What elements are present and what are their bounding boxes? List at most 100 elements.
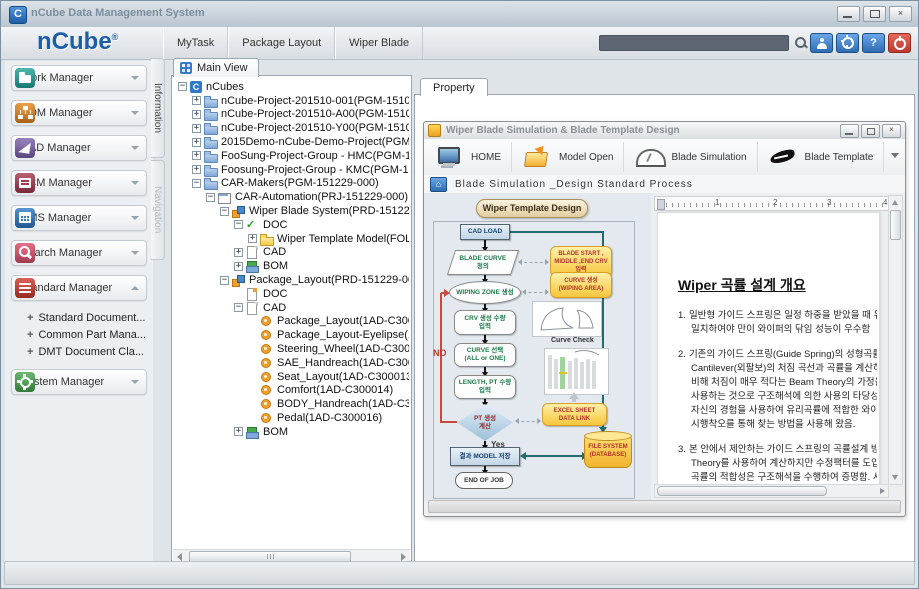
tree-row-foosung-project-group[interactable]: +FooSung-Project-Group - HMC(PGM-15102 — [174, 149, 409, 163]
document-scroll-thumb[interactable] — [890, 210, 901, 240]
tab-main-view[interactable]: Main View — [173, 58, 259, 77]
sidebar-item-cad-manager[interactable]: CAD Manager — [11, 135, 147, 161]
sidebar-item-search-manager[interactable]: Search Manager — [11, 240, 147, 266]
close-button[interactable]: × — [889, 6, 912, 22]
expand-toggle-icon[interactable]: + — [192, 110, 201, 119]
scroll-up-icon[interactable] — [892, 200, 898, 205]
tree-row-pedal-1ad-c300016[interactable]: Pedal(1AD-C300016) — [174, 411, 409, 425]
flow-node-cad-load: CAD LOAD — [460, 224, 510, 240]
ncube-icon: C — [190, 81, 202, 93]
help-icon[interactable]: ? — [862, 33, 885, 53]
sidebar-subitem-common-part-mana[interactable]: +Common Part Mana... — [27, 327, 153, 344]
tree-row-bom[interactable]: +BOM — [174, 259, 409, 273]
expand-toggle-icon[interactable]: + — [192, 138, 201, 147]
tab-property[interactable]: Property — [420, 78, 488, 96]
sidebar-subitem-standard-document[interactable]: +Standard Document... — [27, 310, 153, 327]
tree-row-bom[interactable]: +BOM — [174, 425, 409, 439]
search-icon[interactable] — [794, 36, 808, 50]
toolbar-button-blade-simulation[interactable]: Blade Simulation — [624, 142, 757, 172]
expand-toggle-icon[interactable]: + — [248, 234, 257, 243]
no-label: NO — [433, 348, 447, 358]
header-tab-package-layout[interactable]: Package Layout — [228, 27, 335, 59]
scroll-right-icon[interactable] — [880, 488, 885, 494]
collapse-toggle-icon[interactable]: − — [206, 193, 215, 202]
settings-icon[interactable] — [836, 33, 859, 53]
minimize-button[interactable] — [837, 6, 860, 22]
prod-icon — [232, 205, 245, 217]
tree-row-car-automation-prj-15122[interactable]: −CAR-Automation(PRJ-151229-000) — [174, 190, 409, 204]
flow-arrow — [484, 367, 486, 372]
scroll-right-icon[interactable] — [401, 553, 406, 561]
collapse-toggle-icon[interactable]: − — [220, 276, 229, 285]
sidebar-item-pms-manager[interactable]: PMS Manager — [11, 205, 147, 231]
expand-toggle-icon[interactable]: + — [234, 262, 243, 271]
tree-row-seat-layout-1ad-c300013[interactable]: Seat_Layout(1AD-C300013) — [174, 370, 409, 384]
tree-row-comfort-1ad-c300014[interactable]: Comfort(1AD-C300014) — [174, 384, 409, 398]
toolbar-button-blade-template[interactable]: Blade Template — [758, 142, 885, 172]
collapse-toggle-icon[interactable]: − — [234, 303, 243, 312]
sidebar-item-standard-manager[interactable]: Standard Manager — [11, 275, 147, 301]
embedded-maximize-button[interactable] — [861, 124, 880, 138]
tree-row-wiper-blade-system-prd-1[interactable]: −Wiper Blade System(PRD-151229-00 — [174, 204, 409, 218]
sidebar-subitem-label: DMT Document Cla... — [38, 346, 144, 358]
expand-toggle-icon[interactable]: + — [192, 96, 201, 105]
collapse-toggle-icon[interactable]: − — [220, 207, 229, 216]
toolbar-button-label: Blade Simulation — [671, 152, 746, 163]
tree-row-doc[interactable]: −✓DOC — [174, 218, 409, 232]
home-icon[interactable]: ⌂ — [430, 177, 447, 192]
tree-row-package-layout-prd-15122[interactable]: −Package_Layout(PRD-151229-001) — [174, 273, 409, 287]
tree-row-doc[interactable]: DOC — [174, 287, 409, 301]
user-icon[interactable] — [810, 33, 833, 53]
search-input[interactable] — [599, 35, 789, 51]
sidebar-item-system-manager[interactable]: System Manager — [11, 369, 147, 395]
embedded-title-bar[interactable]: Wiper Blade Simulation & Blade Template … — [424, 122, 905, 140]
side-tab-navigation[interactable]: Navigation — [151, 160, 165, 260]
tree-row-foosung-project-group[interactable]: +Foosung-Project-Group - KMC(PGM-151029 — [174, 163, 409, 177]
embedded-minimize-button[interactable] — [840, 124, 859, 138]
expand-toggle-icon[interactable]: + — [192, 165, 201, 174]
tree-row-cad[interactable]: −CAD — [174, 301, 409, 315]
sidebar-subitem-label: Standard Document... — [38, 312, 145, 324]
tree-row-2015demo-ncube-demo-proj[interactable]: +2015Demo-nCube-Demo-Project(PGM-151 — [174, 135, 409, 149]
collapse-toggle-icon[interactable]: − — [234, 220, 243, 229]
tree-row-steering-wheel-1ad-c3000[interactable]: Steering_Wheel(1AD-C300011 — [174, 342, 409, 356]
header-tab-mytask[interactable]: MyTask — [163, 27, 228, 59]
side-tab-information[interactable]: Information — [151, 58, 165, 158]
sidebar-item-work-manager[interactable]: Work Manager — [11, 65, 147, 91]
list-number: 2. — [678, 349, 686, 360]
expand-toggle-icon[interactable]: + — [192, 124, 201, 133]
sidebar-item-bom-manager[interactable]: BOM Manager — [11, 100, 147, 126]
expand-toggle-icon[interactable]: + — [192, 151, 201, 160]
tree-row-body-handreach-1ad-c3000[interactable]: BODY_Handreach(1AD-C3000 — [174, 397, 409, 411]
tree-row-ncube-project-201510-001[interactable]: +nCube-Project-201510-001(PGM-151006-0 — [174, 94, 409, 108]
scroll-left-icon[interactable] — [177, 553, 182, 561]
tree-row-wiper-template-model-fol[interactable]: +Wiper Template Model(FOLDE — [174, 232, 409, 246]
document-vertical-scrollbar[interactable] — [888, 195, 903, 485]
tree-row-package-layout-1ad-c3000[interactable]: Package_Layout(1AD-C30000 — [174, 315, 409, 329]
embedded-close-button[interactable]: × — [882, 124, 901, 138]
toolbar-overflow-icon[interactable] — [891, 153, 899, 158]
maximize-button[interactable] — [863, 6, 886, 22]
tree-row-ncube-project-201510-a00[interactable]: +nCube-Project-201510-A00(PGM-151006-0 — [174, 108, 409, 122]
tree-row-ncube-project-201510-y00[interactable]: +nCube-Project-201510-Y00(PGM-151006-0 — [174, 121, 409, 135]
tree-row-sae-handreach-1ad-c30001[interactable]: SAE_Handreach(1AD-C30001 — [174, 356, 409, 370]
toolbar-button-model-open[interactable]: Model Open — [512, 142, 624, 172]
header-tab-wiper-blade[interactable]: Wiper Blade — [335, 27, 423, 59]
tree-row-ncubes[interactable]: −CnCubes — [174, 80, 409, 94]
collapse-toggle-icon[interactable]: − — [192, 179, 201, 188]
expand-toggle-icon[interactable]: + — [234, 427, 243, 436]
collapse-toggle-icon[interactable]: − — [178, 82, 187, 91]
document-horizontal-scrollbar[interactable] — [654, 484, 889, 498]
power-icon[interactable] — [888, 33, 911, 53]
document-hscroll-thumb[interactable] — [657, 486, 827, 496]
tree-row-cad[interactable]: +CAD — [174, 246, 409, 260]
document-paragraph-2: 2.기존의 가이드 스프링(Guide Spring)의 성형곡률 계산은 BC… — [678, 348, 877, 432]
sidebar-item-ecm-manager[interactable]: ECM Manager — [11, 170, 147, 196]
tree-row-package-layout-eyelipse[interactable]: Package_Layout-Eyelipse(1AD- — [174, 328, 409, 342]
sidebar-subitem-dmt-document-cla[interactable]: +DMT Document Cla... — [27, 344, 153, 361]
toolbar-button-home[interactable]: HOME — [424, 142, 512, 172]
expand-toggle-icon[interactable]: + — [234, 248, 243, 257]
tree-row-car-makers-pgm-151229-00[interactable]: − CAR-Makers(PGM-151229-000) — [174, 177, 409, 191]
scroll-down-icon[interactable] — [892, 475, 898, 480]
tree-item-label: CAR-Makers(PGM-151229-000) — [221, 177, 379, 189]
